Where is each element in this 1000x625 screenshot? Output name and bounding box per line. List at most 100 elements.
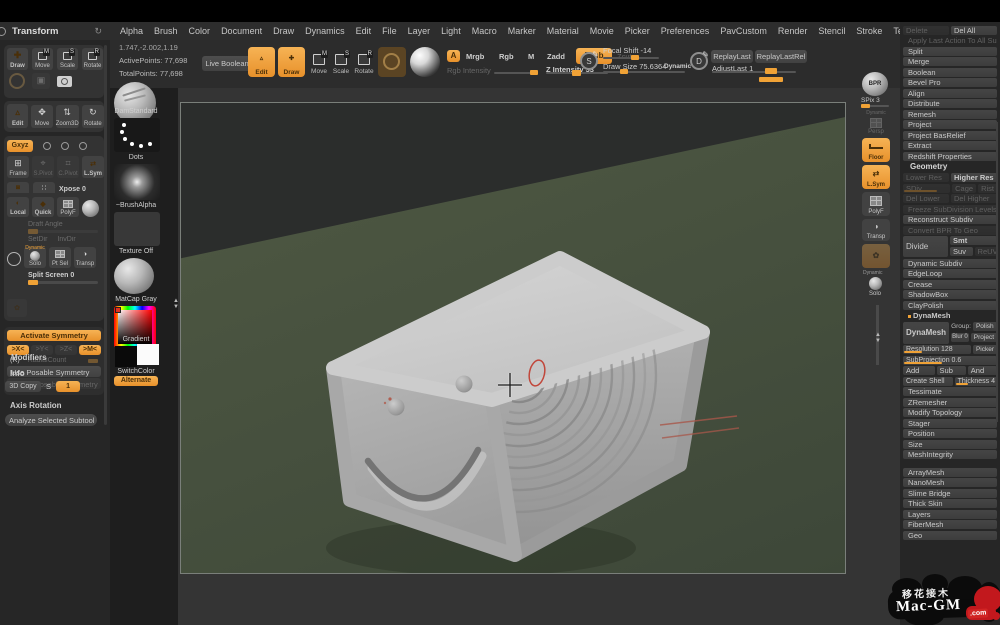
local-sym-button[interactable]: ⇄ L.Sym	[82, 156, 104, 178]
tool-action-button[interactable]: Align	[903, 88, 997, 98]
edit-mode-button[interactable]: ▵ Edit	[248, 47, 275, 77]
mrgb-button[interactable]: Mrgb	[466, 52, 484, 61]
ghost-shelf-button[interactable]: ✿	[862, 244, 890, 268]
polyframe-shelf-button[interactable]: PolyF	[862, 192, 890, 216]
persp-button[interactable]: Dynamic Persp	[862, 110, 890, 136]
m-button[interactable]: M	[528, 52, 534, 61]
section-header[interactable]: ShadowBox	[903, 290, 997, 299]
adjust-last-fill[interactable]	[759, 77, 783, 82]
rgb-button[interactable]: Rgb	[499, 52, 514, 61]
section-header[interactable]: Slime Bridge	[903, 488, 997, 498]
apply-last-action-button[interactable]: Apply Last Action To All Subtoo	[903, 36, 997, 45]
frame-button[interactable]: ⊞ Frame	[7, 156, 29, 178]
rotate-canvas-button[interactable]: ↻ Rotate	[81, 104, 104, 128]
transform-palette-header[interactable]: Transform ↻	[0, 22, 110, 40]
polish-toggle[interactable]: Polish	[972, 321, 997, 331]
document-canvas[interactable]	[180, 102, 846, 574]
section-header[interactable]: ArrayMesh	[903, 467, 997, 477]
menu-item[interactable]: Marker	[508, 26, 536, 36]
invdir-button[interactable]: InvDir	[57, 236, 75, 243]
replay-last-rel-button[interactable]: ReplayLastRel	[755, 50, 807, 63]
zoom3d-button[interactable]: ⇅ Zoom3D	[55, 104, 79, 128]
tool-action-button[interactable]: Distribute	[903, 99, 997, 108]
zadd-button[interactable]: Zadd	[547, 52, 565, 61]
tool-action-button[interactable]: Project BasRelief	[903, 130, 997, 140]
polyframe-button[interactable]: PolyF	[57, 197, 79, 217]
quick-button[interactable]: ◆ Quick	[32, 197, 54, 217]
tool-action-button[interactable]: Project	[903, 120, 997, 129]
tool-action-button[interactable]: Merge	[903, 57, 997, 66]
smt-toggle[interactable]: Smt	[950, 236, 997, 245]
section-header[interactable]: Thick Skin	[903, 499, 997, 508]
section-header[interactable]: Position	[903, 429, 997, 438]
section-header[interactable]: Tessimate	[903, 387, 997, 396]
menu-item[interactable]: Picker	[625, 26, 650, 36]
tool-action-button[interactable]: Redshift Properties	[903, 151, 997, 161]
project-toggle[interactable]: Project	[970, 332, 997, 342]
tool-action-button[interactable]: Extract	[903, 141, 997, 150]
section-header[interactable]: MeshIntegrity	[903, 450, 997, 459]
switch-color-button[interactable]: SwitchColor	[104, 368, 168, 375]
sym-z-button[interactable]: >Z<	[55, 345, 77, 355]
stroke-dial[interactable]: S ✎	[580, 50, 599, 70]
section-header[interactable]: Crease	[903, 279, 997, 289]
right-tray-resize-handle[interactable]: ▲ ▼	[874, 332, 882, 344]
cage-button[interactable]: Cage	[952, 183, 977, 193]
menu-item[interactable]: File	[382, 26, 397, 36]
info-header[interactable]: Info	[10, 369, 25, 378]
draw-size-slider[interactable]	[603, 71, 685, 73]
adjust-last-handle[interactable]	[765, 68, 777, 74]
adjust-last-slider[interactable]	[712, 71, 796, 73]
reuv-button[interactable]: ReUV	[974, 247, 998, 256]
menu-item[interactable]: Dynamics	[305, 26, 345, 36]
tool-action-button[interactable]: Remesh	[903, 109, 997, 119]
replay-last-button[interactable]: ReplayLast	[711, 50, 753, 63]
freeze-subdivision-button[interactable]: Freeze SubDivision Levels	[903, 204, 997, 214]
tool-action-button[interactable]: Boolean	[903, 67, 997, 77]
menu-item[interactable]: Render	[778, 26, 808, 36]
current-alpha-thumb[interactable]	[114, 164, 160, 200]
section-header[interactable]: Dynamic Subdiv	[903, 258, 997, 268]
section-header[interactable]: Modify Topology	[903, 408, 997, 417]
menu-item[interactable]: Movie	[590, 26, 614, 36]
solo-shelf-button[interactable]: Solo	[862, 276, 888, 298]
picker-button[interactable]: Picker	[972, 345, 997, 354]
menu-item[interactable]: Brush	[154, 26, 178, 36]
copy-3d-button[interactable]: 3D Copy	[5, 381, 41, 392]
menu-item[interactable]: Layer	[408, 26, 431, 36]
sculpted-cube[interactable]	[326, 251, 710, 562]
axis-rotation-header[interactable]: Axis Rotation	[10, 401, 62, 410]
brush-radius-icon[interactable]	[9, 73, 25, 89]
menu-item[interactable]: Document	[221, 26, 262, 36]
section-header[interactable]: Geo	[903, 530, 997, 540]
rotate-button[interactable]: R Rotate	[82, 48, 103, 70]
main-color-swatch[interactable]	[115, 346, 137, 367]
local-symmetry-button[interactable]: ⇄ L.Sym	[862, 165, 890, 189]
menu-item[interactable]: Stroke	[856, 26, 882, 36]
menu-item[interactable]: Macro	[472, 26, 497, 36]
current-stroke-thumb[interactable]	[114, 118, 160, 152]
delete-button[interactable]: Delete	[903, 25, 949, 35]
resolution-slider[interactable]: Resolution 128	[903, 345, 971, 354]
reconstruct-subdiv-button[interactable]: Reconstruct Subdiv	[903, 215, 997, 224]
live-boolean-button[interactable]: Live Boolean	[202, 56, 252, 71]
transp-button[interactable]: ◑ Transp	[74, 247, 96, 268]
create-shell-button[interactable]: Create Shell	[903, 376, 953, 386]
dynamic-label[interactable]: Dynamic	[664, 63, 691, 70]
analyze-subtool-button[interactable]: Analyze Selected Subtool	[5, 414, 97, 426]
setdir-button[interactable]: SetDir	[28, 236, 47, 243]
snapshot-camera-icon[interactable]	[57, 75, 72, 87]
material-quick-pick[interactable]	[410, 47, 440, 77]
current-texture-thumb[interactable]	[114, 212, 160, 246]
rotate-mode-button[interactable]: R Rotate	[353, 50, 375, 76]
move-canvas-button[interactable]: ✥ Move	[31, 104, 53, 128]
alternate-button[interactable]: Alternate	[114, 376, 158, 386]
ghost-button[interactable]: ✿	[7, 299, 27, 317]
tool-action-button[interactable]: Split	[903, 46, 997, 56]
convert-bpr-button[interactable]: Convert BPR To Geo	[903, 225, 997, 235]
section-header[interactable]: Size	[903, 439, 997, 449]
menu-item[interactable]: Alpha	[120, 26, 143, 36]
i-slider[interactable]: 1	[56, 381, 81, 392]
divide-button[interactable]: Divide	[903, 236, 949, 257]
tool-scrollbar[interactable]	[996, 122, 998, 422]
